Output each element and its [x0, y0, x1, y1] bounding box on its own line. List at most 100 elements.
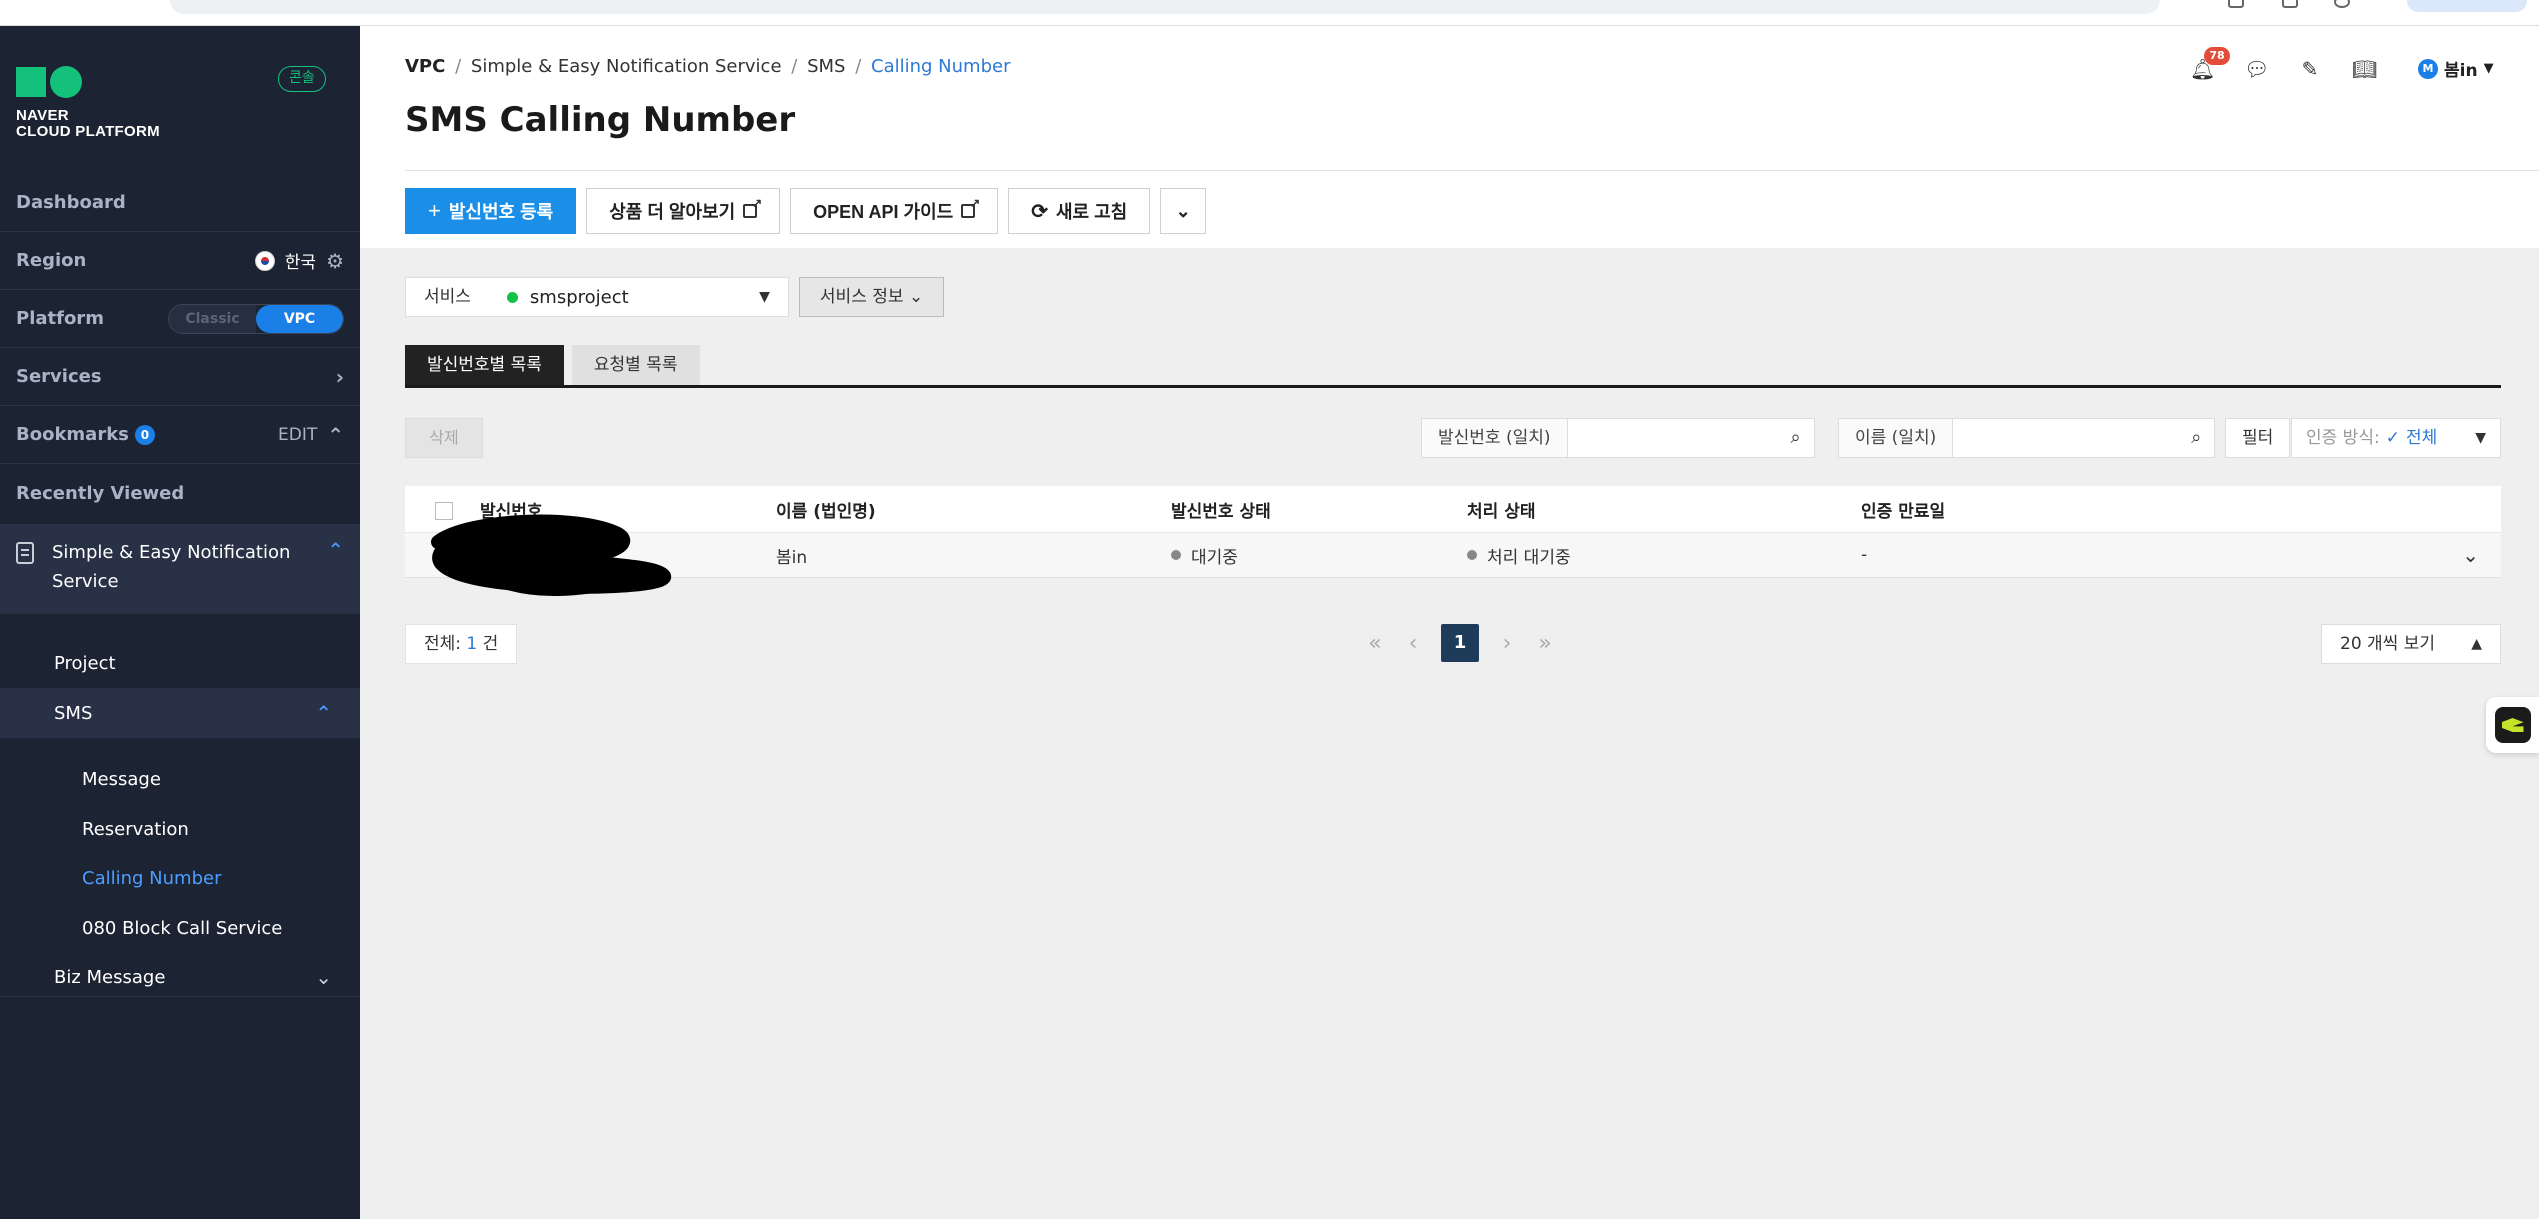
- breadcrumb-sms[interactable]: SMS: [807, 56, 845, 77]
- bell-icon[interactable]: 🔔︎ 78: [2190, 46, 2230, 81]
- redaction-scribble: [431, 514, 672, 596]
- column-header-number-status[interactable]: 발신번호 상태: [1171, 486, 1271, 532]
- status-dot-icon: [1467, 550, 1477, 560]
- sidebar-item-reservation[interactable]: Reservation: [0, 804, 360, 854]
- browser-top-strip: [0, 0, 2539, 26]
- sidebar-item-dashboard[interactable]: Dashboard: [0, 174, 360, 232]
- chevron-right-icon: ›: [335, 364, 344, 389]
- sidebar-item-notification-service[interactable]: Simple & Easy Notification Service ⌃: [0, 524, 360, 614]
- search-icon[interactable]: ⌕: [1778, 419, 1814, 457]
- browser-address-bar[interactable]: [170, 0, 2160, 14]
- search-name-input[interactable]: [1953, 419, 2179, 457]
- bookmarks-count-badge: 0: [134, 424, 155, 445]
- chevron-down-icon[interactable]: ⌄: [315, 965, 332, 989]
- next-page-icon[interactable]: ›: [1497, 631, 1517, 656]
- row-number-status-text: 대기중: [1191, 547, 1238, 568]
- sidebar-item-label: Simple & Easy Notification Service: [52, 542, 291, 592]
- naver-cloud-logo[interactable]: NAVER CLOUD PLATFORM: [16, 66, 160, 140]
- sidebar-item-bookmarks[interactable]: Bookmarks 0 EDIT ⌃: [0, 406, 360, 464]
- breadcrumb-separator: /: [791, 56, 798, 77]
- delete-button[interactable]: 삭제: [405, 418, 483, 458]
- auth-method-select[interactable]: 인증 방식: ✓ 전체 ▼: [2291, 418, 2501, 458]
- chevron-up-icon[interactable]: ⌃: [327, 423, 344, 447]
- row-process-status-text: 처리 대기중: [1487, 547, 1571, 568]
- logo-text-line2: CLOUD PLATFORM: [16, 123, 160, 140]
- korea-flag-icon: [254, 250, 275, 271]
- chevron-down-icon: ⌄: [1175, 200, 1191, 221]
- search-icon[interactable]: ⌕: [2178, 419, 2214, 457]
- header-divider: [405, 170, 2539, 171]
- platform-classic-option[interactable]: Classic: [169, 304, 256, 333]
- browser-action-pill[interactable]: [2407, 0, 2527, 12]
- sidebar-item-region[interactable]: Region 한국 ⚙: [0, 232, 360, 290]
- book-icon[interactable]: 📖︎: [2352, 57, 2377, 81]
- avatar: M: [2418, 58, 2438, 79]
- tab-by-calling-number[interactable]: 발신번호별 목록: [405, 345, 564, 385]
- sidebar-item-recently-viewed[interactable]: Recently Viewed: [0, 464, 360, 522]
- caret-up-icon: ▲: [2471, 636, 2482, 652]
- row-expand-chevron-icon[interactable]: ⌄: [2462, 533, 2479, 577]
- search-number-input[interactable]: [1567, 419, 1778, 457]
- total-suffix: 건: [482, 634, 499, 654]
- refresh-icon: ⟳: [1031, 200, 1048, 223]
- current-page[interactable]: 1: [1441, 624, 1479, 662]
- status-dot-icon: [1171, 550, 1181, 560]
- sidebar-item-label: Biz Message: [54, 966, 166, 988]
- per-page-select[interactable]: 20 개씩 보기 ▲: [2321, 624, 2501, 664]
- browser-profile-icon[interactable]: [2334, 0, 2350, 8]
- user-menu[interactable]: M 봄in ▼: [2418, 56, 2494, 81]
- sidebar-divider: [0, 996, 360, 997]
- caret-down-icon: ▼: [2483, 61, 2494, 76]
- sidebar-item-label: SMS: [54, 702, 93, 724]
- search-number-group: 발신번호 (일치) ⌕: [1421, 418, 1815, 458]
- sidebar-item-project[interactable]: Project: [0, 638, 360, 688]
- page-title: SMS Calling Number: [405, 100, 796, 140]
- console-badge[interactable]: 콘솔: [278, 66, 326, 92]
- tab-by-request[interactable]: 요청별 목록: [571, 345, 700, 385]
- more-dropdown-button[interactable]: ⌄: [1160, 188, 1207, 234]
- floating-help-widget[interactable]: [2486, 697, 2539, 753]
- first-page-icon[interactable]: «: [1365, 631, 1385, 656]
- bookmarks-edit-button[interactable]: EDIT: [278, 425, 317, 445]
- edit-note-icon[interactable]: ✎: [2298, 57, 2322, 81]
- learn-more-button[interactable]: 상품 더 알아보기: [586, 188, 781, 234]
- chat-icon[interactable]: 💬︎: [2244, 57, 2269, 81]
- total-prefix: 전체:: [424, 634, 462, 654]
- platform-vpc-option[interactable]: VPC: [256, 304, 343, 333]
- register-calling-number-button[interactable]: + 발신번호 등록: [405, 188, 577, 234]
- breadcrumb-service[interactable]: Simple & Easy Notification Service: [471, 56, 782, 77]
- chevron-up-icon[interactable]: ⌃: [327, 538, 344, 600]
- column-header-auth-expiry[interactable]: 인증 만료일: [1861, 486, 1945, 532]
- filter-button[interactable]: 필터: [2225, 418, 2291, 458]
- gear-icon[interactable]: ⚙: [326, 249, 344, 273]
- auth-method-value: 전체: [2405, 428, 2438, 448]
- api-guide-button[interactable]: OPEN API 가이드: [790, 188, 999, 234]
- sidebar-item-services[interactable]: Services ›: [0, 348, 360, 406]
- caret-down-icon: ▼: [759, 289, 770, 305]
- table-row[interactable]: 봄in 대기중 처리 대기중 - ⌄: [405, 533, 2501, 578]
- notification-count-badge: 78: [2204, 46, 2230, 65]
- service-select[interactable]: smsproject ▼: [488, 277, 789, 317]
- chevron-up-icon[interactable]: ⌃: [315, 701, 332, 725]
- sidebar-item-calling-number[interactable]: Calling Number: [0, 853, 360, 903]
- browser-extension-icon[interactable]: [2282, 0, 2298, 8]
- check-icon: ✓: [2385, 428, 2400, 448]
- column-header-process-status[interactable]: 처리 상태: [1467, 486, 1535, 532]
- table-header: 발신번호 이름 (법인명) 발신번호 상태 처리 상태 인증 만료일: [405, 486, 2501, 533]
- prev-page-icon[interactable]: ‹: [1403, 631, 1423, 656]
- header-icon-bar: 🔔︎ 78 💬︎ ✎ 📖︎ M 봄in ▼: [2190, 46, 2494, 81]
- sidebar-item-080-block-call[interactable]: 080 Block Call Service: [0, 903, 360, 953]
- row-auth-expiry: -: [1861, 545, 1868, 565]
- sidebar-item-label: Recently Viewed: [16, 482, 185, 504]
- breadcrumb-vpc[interactable]: VPC: [405, 56, 445, 77]
- sidebar-item-biz-message[interactable]: Biz Message ⌄: [0, 952, 360, 1002]
- last-page-icon[interactable]: »: [1535, 631, 1555, 656]
- browser-extension-icon[interactable]: [2228, 0, 2244, 8]
- sidebar-item-message[interactable]: Message: [0, 754, 360, 804]
- refresh-button[interactable]: ⟳ 새로 고침: [1008, 188, 1151, 234]
- status-active-icon: [506, 291, 518, 303]
- column-header-name[interactable]: 이름 (법인명): [776, 486, 876, 532]
- platform-toggle[interactable]: Classic VPC: [168, 303, 344, 334]
- service-info-button[interactable]: 서비스 정보 ⌄: [798, 277, 945, 317]
- sidebar-item-sms[interactable]: SMS ⌃: [0, 688, 360, 738]
